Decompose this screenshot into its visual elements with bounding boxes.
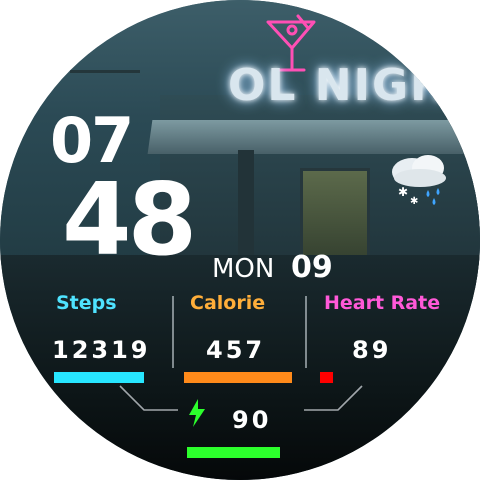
background-pillar: [238, 150, 254, 270]
background-roof: [147, 120, 480, 154]
battery-progress-bar: [187, 447, 280, 458]
svg-text:✱: ✱: [410, 196, 418, 206]
calorie-value[interactable]: 457: [206, 338, 265, 362]
snow-rain-cloud-icon[interactable]: ✱ ✱: [384, 150, 454, 206]
neon-sign-text: OL NIGH: [228, 60, 449, 111]
battery-value[interactable]: 90: [232, 408, 271, 432]
heart-rate-value[interactable]: 89: [352, 338, 391, 362]
watch-face: OL NIGH 07 48 MON 09 ✱ ✱ Steps Calorie H…: [0, 0, 480, 480]
date-day-of-week: MON: [212, 254, 275, 284]
date-day-of-month: 09: [291, 250, 333, 285]
calorie-label: Calorie: [190, 292, 266, 314]
divider-left: [172, 296, 174, 368]
svg-text:✱: ✱: [398, 185, 408, 199]
steps-label: Steps: [56, 292, 117, 314]
time-minute: 48: [62, 161, 197, 278]
heart-rate-label: Heart Rate: [324, 292, 441, 314]
background-lamp: [70, 70, 140, 78]
lightning-bolt-icon: [189, 399, 205, 427]
steps-value[interactable]: 12319: [52, 338, 151, 362]
divider-right: [305, 296, 307, 368]
